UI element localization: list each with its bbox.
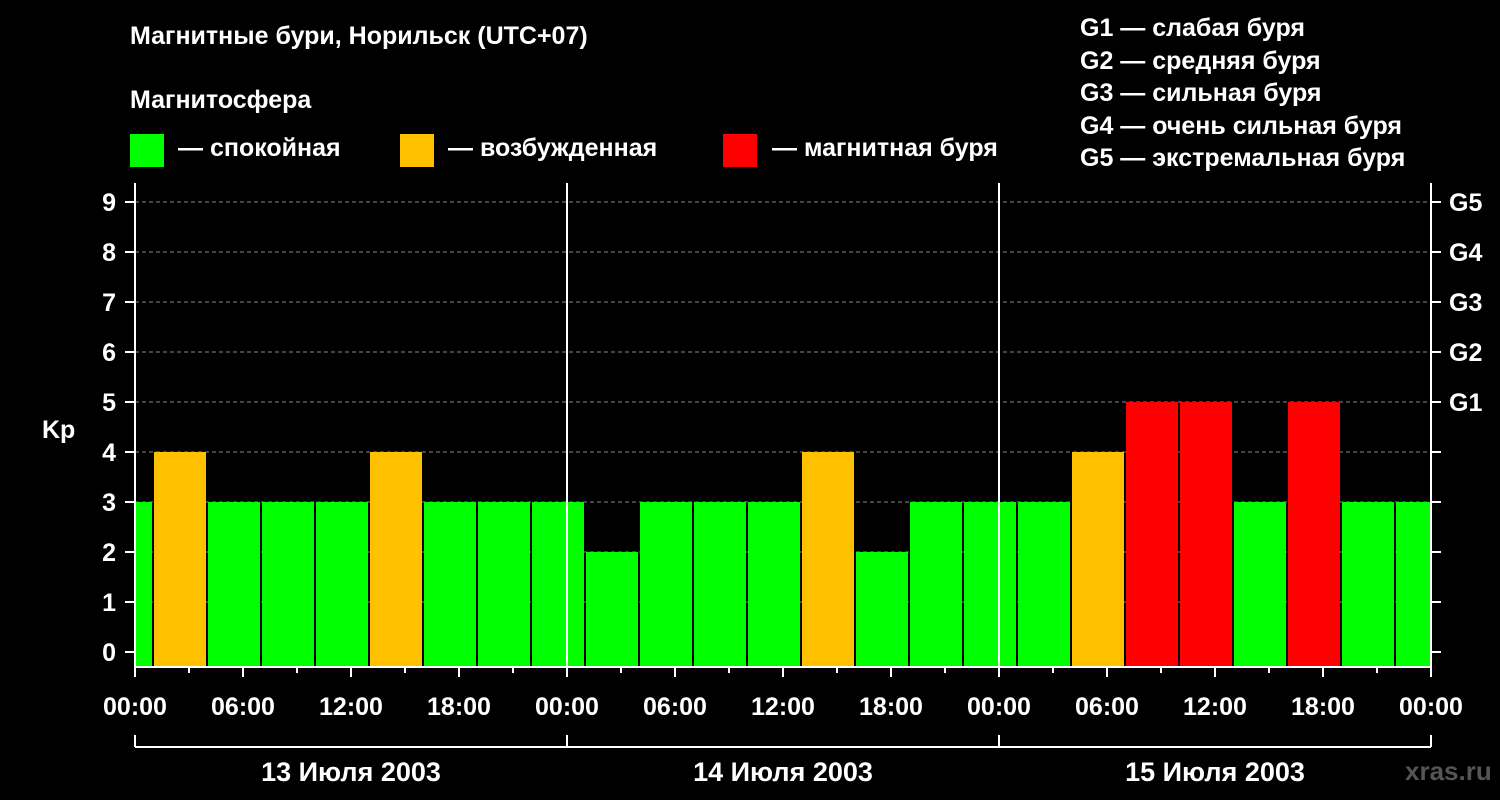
kp-bar [586, 552, 638, 667]
kp-bar [316, 502, 368, 667]
g-axis-label: G5 [1449, 189, 1482, 217]
x-tick-label: 06:00 [643, 693, 707, 721]
y-tick-label: 2 [102, 539, 116, 567]
y-tick-label: 6 [102, 339, 116, 367]
kp-bar [1396, 502, 1430, 667]
kp-bar [1234, 502, 1286, 667]
kp-bar [208, 502, 260, 667]
kp-bar [1342, 502, 1394, 667]
x-tick-label: 06:00 [211, 693, 275, 721]
x-tick-label: 12:00 [751, 693, 815, 721]
x-tick-label: 00:00 [103, 693, 167, 721]
g-axis-label: G2 [1449, 339, 1482, 367]
x-tick-label: 12:00 [319, 693, 383, 721]
g-axis-label: G1 [1449, 389, 1482, 417]
y-tick-label: 4 [102, 439, 116, 467]
kp-bar [262, 502, 314, 667]
kp-chart: 0 1 2 3 4 5 6 7 8 9 G1 G2 G3 G4 G5 Kp 00:00 06:00 12:00 18:… [42, 183, 1482, 787]
y-tick-label: 9 [102, 189, 116, 217]
kp-bar [136, 502, 152, 667]
kp-bar [1126, 402, 1178, 667]
x-tick-label: 18:00 [1291, 693, 1355, 721]
kp-bar [856, 552, 908, 667]
kp-bar [1072, 452, 1124, 667]
y-tick-label: 1 [102, 589, 116, 617]
kp-bar [1180, 402, 1232, 667]
kp-bar [640, 502, 692, 667]
kp-bar [424, 502, 476, 667]
kp-bar [910, 502, 962, 667]
x-tick-label: 00:00 [1399, 693, 1463, 721]
y-tick-label: 7 [102, 289, 116, 317]
x-tick-label: 00:00 [535, 693, 599, 721]
kp-bar [478, 502, 530, 667]
y-tick-label: 0 [102, 639, 116, 667]
g-axis-label: G4 [1449, 239, 1482, 267]
x-tick-label: 06:00 [1075, 693, 1139, 721]
kp-bar [802, 452, 854, 667]
y-tick-label: 3 [102, 489, 116, 517]
y-tick-label: 8 [102, 239, 116, 267]
kp-bar [964, 502, 1016, 667]
kp-bar [694, 502, 746, 667]
x-tick-label: 18:00 [427, 693, 491, 721]
x-tick-label: 00:00 [967, 693, 1031, 721]
kp-bar [370, 452, 422, 667]
watermark: xras.ru [1405, 756, 1492, 786]
y-axis-label: Kp [42, 416, 75, 444]
kp-bar [1288, 402, 1340, 667]
x-tick-label: 12:00 [1183, 693, 1247, 721]
kp-bar [154, 452, 206, 667]
date-label: 13 Июля 2003 [261, 757, 441, 787]
g-axis-label: G3 [1449, 289, 1482, 317]
y-tick-label: 5 [102, 389, 116, 417]
x-tick-label: 18:00 [859, 693, 923, 721]
kp-bar [1018, 502, 1070, 667]
date-label: 14 Июля 2003 [693, 757, 873, 787]
kp-bar [748, 502, 800, 667]
date-label: 15 Июля 2003 [1125, 757, 1305, 787]
kp-bar [532, 502, 584, 667]
